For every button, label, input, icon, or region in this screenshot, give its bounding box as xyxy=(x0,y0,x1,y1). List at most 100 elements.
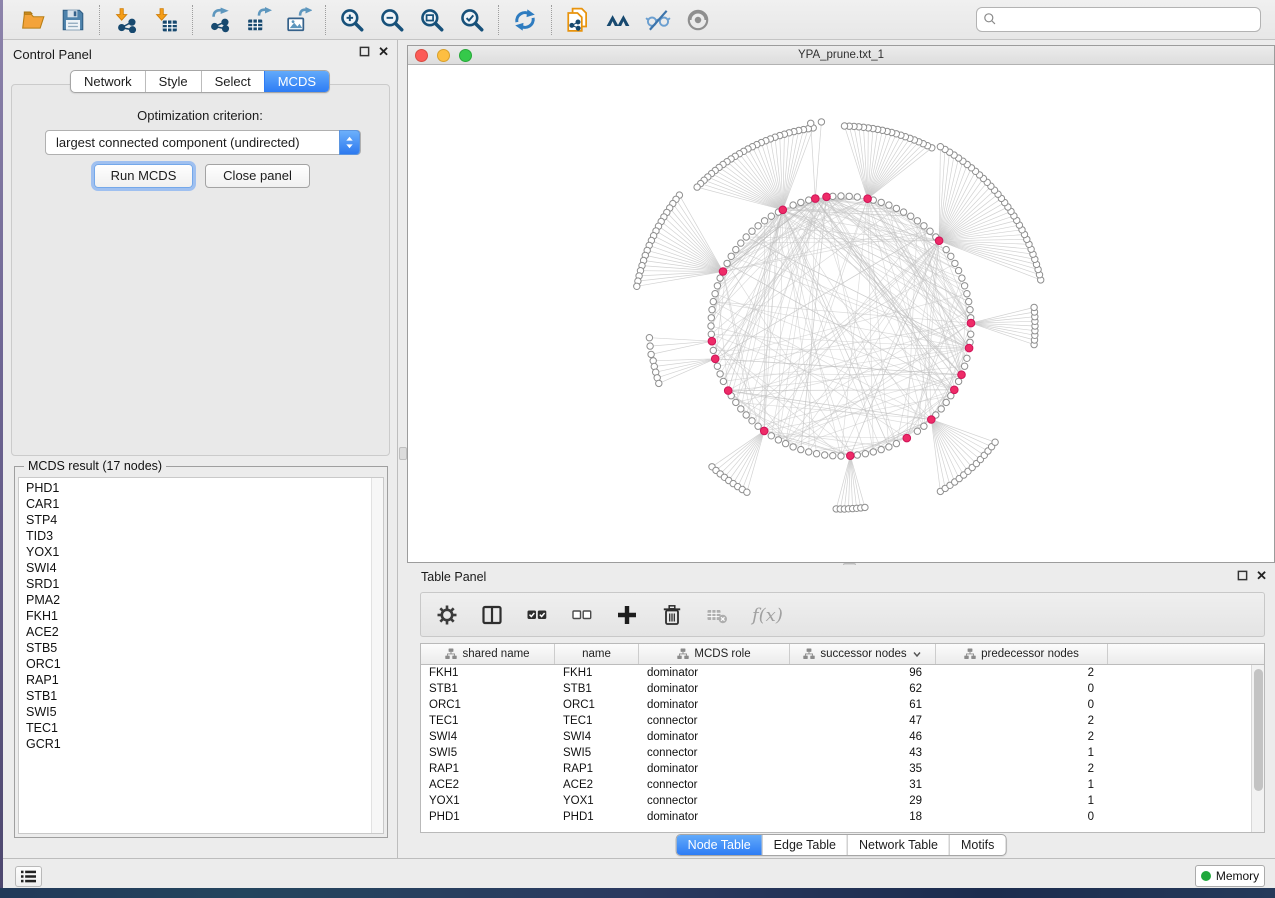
table-scrollbar-thumb[interactable] xyxy=(1254,669,1263,791)
cell-MCDS-role[interactable]: dominator xyxy=(639,761,790,777)
cell-shared-name[interactable]: YOX1 xyxy=(421,793,555,809)
mcds-result-item[interactable]: STB1 xyxy=(19,688,370,704)
cell-shared-name[interactable]: RAP1 xyxy=(421,761,555,777)
tab-edge-table[interactable]: Edge Table xyxy=(762,835,847,855)
close-panel-icon[interactable]: ✕ xyxy=(378,46,389,57)
mcds-result-item[interactable]: YOX1 xyxy=(19,544,370,560)
save-icon[interactable] xyxy=(60,7,86,33)
table-row[interactable]: STB1STB1dominator620 xyxy=(421,681,1251,697)
cell-successor-nodes[interactable]: 35 xyxy=(790,761,936,777)
cell-MCDS-role[interactable]: connector xyxy=(639,713,790,729)
column-header-name[interactable]: name xyxy=(555,644,639,664)
sort-chevron-icon[interactable] xyxy=(912,649,922,659)
mcds-result-item[interactable]: GCR1 xyxy=(19,736,370,752)
zoom-in-icon[interactable] xyxy=(339,7,365,33)
cell-name[interactable]: PHD1 xyxy=(555,809,639,825)
cell-successor-nodes[interactable]: 96 xyxy=(790,665,936,681)
refresh-icon[interactable] xyxy=(512,7,538,33)
mcds-result-item[interactable]: SRD1 xyxy=(19,576,370,592)
table-row[interactable]: FKH1FKH1dominator962 xyxy=(421,665,1251,681)
export-image-icon[interactable] xyxy=(286,7,312,33)
cell-MCDS-role[interactable]: dominator xyxy=(639,681,790,697)
zoom-selected-icon[interactable] xyxy=(459,7,485,33)
add-row-icon[interactable] xyxy=(615,604,639,626)
cell-predecessor-nodes[interactable]: 2 xyxy=(936,665,1108,681)
close-panel-button[interactable]: Close panel xyxy=(205,164,310,188)
cell-shared-name[interactable]: ACE2 xyxy=(421,777,555,793)
column-header-shared-name[interactable]: shared name xyxy=(421,644,555,664)
cell-shared-name[interactable]: PHD1 xyxy=(421,809,555,825)
tab-mcds[interactable]: MCDS xyxy=(264,71,329,92)
share-document-icon[interactable] xyxy=(565,7,591,33)
cell-predecessor-nodes[interactable]: 0 xyxy=(936,809,1108,825)
columns-icon[interactable] xyxy=(480,604,504,626)
zoom-fit-icon[interactable] xyxy=(419,7,445,33)
cell-predecessor-nodes[interactable]: 0 xyxy=(936,681,1108,697)
cell-shared-name[interactable]: ORC1 xyxy=(421,697,555,713)
cell-name[interactable]: STB1 xyxy=(555,681,639,697)
tab-network-table[interactable]: Network Table xyxy=(847,835,949,855)
table-row[interactable]: RAP1RAP1dominator352 xyxy=(421,761,1251,777)
cell-shared-name[interactable]: TEC1 xyxy=(421,713,555,729)
cell-MCDS-role[interactable]: dominator xyxy=(639,665,790,681)
cell-name[interactable]: FKH1 xyxy=(555,665,639,681)
hide-glasses-icon[interactable] xyxy=(645,7,671,33)
show-eye-icon[interactable] xyxy=(685,7,711,33)
cell-predecessor-nodes[interactable]: 1 xyxy=(936,793,1108,809)
network-window-titlebar[interactable]: YPA_prune.txt_1 xyxy=(408,46,1274,65)
cell-MCDS-role[interactable]: connector xyxy=(639,793,790,809)
cell-shared-name[interactable]: SWI5 xyxy=(421,745,555,761)
cell-MCDS-role[interactable]: dominator xyxy=(639,729,790,745)
search-input[interactable] xyxy=(976,7,1261,32)
cell-shared-name[interactable]: FKH1 xyxy=(421,665,555,681)
mcds-result-item[interactable]: SWI5 xyxy=(19,704,370,720)
memory-button[interactable]: Memory xyxy=(1195,865,1265,887)
cell-shared-name[interactable]: STB1 xyxy=(421,681,555,697)
table-row[interactable]: YOX1YOX1connector291 xyxy=(421,793,1251,809)
mcds-result-item[interactable]: SWI4 xyxy=(19,560,370,576)
gear-icon[interactable] xyxy=(435,604,459,626)
cell-predecessor-nodes[interactable]: 0 xyxy=(936,697,1108,713)
cell-successor-nodes[interactable]: 62 xyxy=(790,681,936,697)
cell-name[interactable]: SWI4 xyxy=(555,729,639,745)
float-table-panel-icon[interactable] xyxy=(1237,570,1248,581)
cell-successor-nodes[interactable]: 29 xyxy=(790,793,936,809)
export-network-icon[interactable] xyxy=(206,7,232,33)
import-table-icon[interactable] xyxy=(153,7,179,33)
table-row[interactable]: ACE2ACE2connector311 xyxy=(421,777,1251,793)
float-panel-icon[interactable] xyxy=(359,46,370,57)
import-network-icon[interactable] xyxy=(113,7,139,33)
cell-predecessor-nodes[interactable]: 2 xyxy=(936,729,1108,745)
delete-row-icon[interactable] xyxy=(660,604,684,626)
task-history-button[interactable] xyxy=(15,866,42,887)
run-mcds-button[interactable]: Run MCDS xyxy=(94,164,193,188)
cell-shared-name[interactable]: SWI4 xyxy=(421,729,555,745)
cell-MCDS-role[interactable]: connector xyxy=(639,745,790,761)
column-header-predecessor-nodes[interactable]: predecessor nodes xyxy=(936,644,1108,664)
mcds-result-item[interactable]: ACE2 xyxy=(19,624,370,640)
table-row[interactable]: PHD1PHD1dominator180 xyxy=(421,809,1251,825)
tab-select[interactable]: Select xyxy=(201,71,264,92)
cell-successor-nodes[interactable]: 47 xyxy=(790,713,936,729)
mcds-result-item[interactable]: FKH1 xyxy=(19,608,370,624)
tab-style[interactable]: Style xyxy=(145,71,201,92)
network-graph[interactable] xyxy=(408,65,1274,562)
cell-predecessor-nodes[interactable]: 1 xyxy=(936,777,1108,793)
mcds-result-item[interactable]: ORC1 xyxy=(19,656,370,672)
cell-predecessor-nodes[interactable]: 2 xyxy=(936,761,1108,777)
search-network-icon[interactable] xyxy=(605,7,631,33)
tab-motifs[interactable]: Motifs xyxy=(949,835,1005,855)
mcds-result-item[interactable]: PMA2 xyxy=(19,592,370,608)
cell-name[interactable]: ORC1 xyxy=(555,697,639,713)
cell-successor-nodes[interactable]: 61 xyxy=(790,697,936,713)
close-table-panel-icon[interactable]: ✕ xyxy=(1256,570,1267,581)
column-header-MCDS-role[interactable]: MCDS role xyxy=(639,644,790,664)
cell-successor-nodes[interactable]: 18 xyxy=(790,809,936,825)
cell-MCDS-role[interactable]: dominator xyxy=(639,697,790,713)
mcds-result-item[interactable]: TEC1 xyxy=(19,720,370,736)
cell-predecessor-nodes[interactable]: 2 xyxy=(936,713,1108,729)
mcds-result-item[interactable]: TID3 xyxy=(19,528,370,544)
table-row[interactable]: TEC1TEC1connector472 xyxy=(421,713,1251,729)
cell-name[interactable]: YOX1 xyxy=(555,793,639,809)
export-table-icon[interactable] xyxy=(246,7,272,33)
